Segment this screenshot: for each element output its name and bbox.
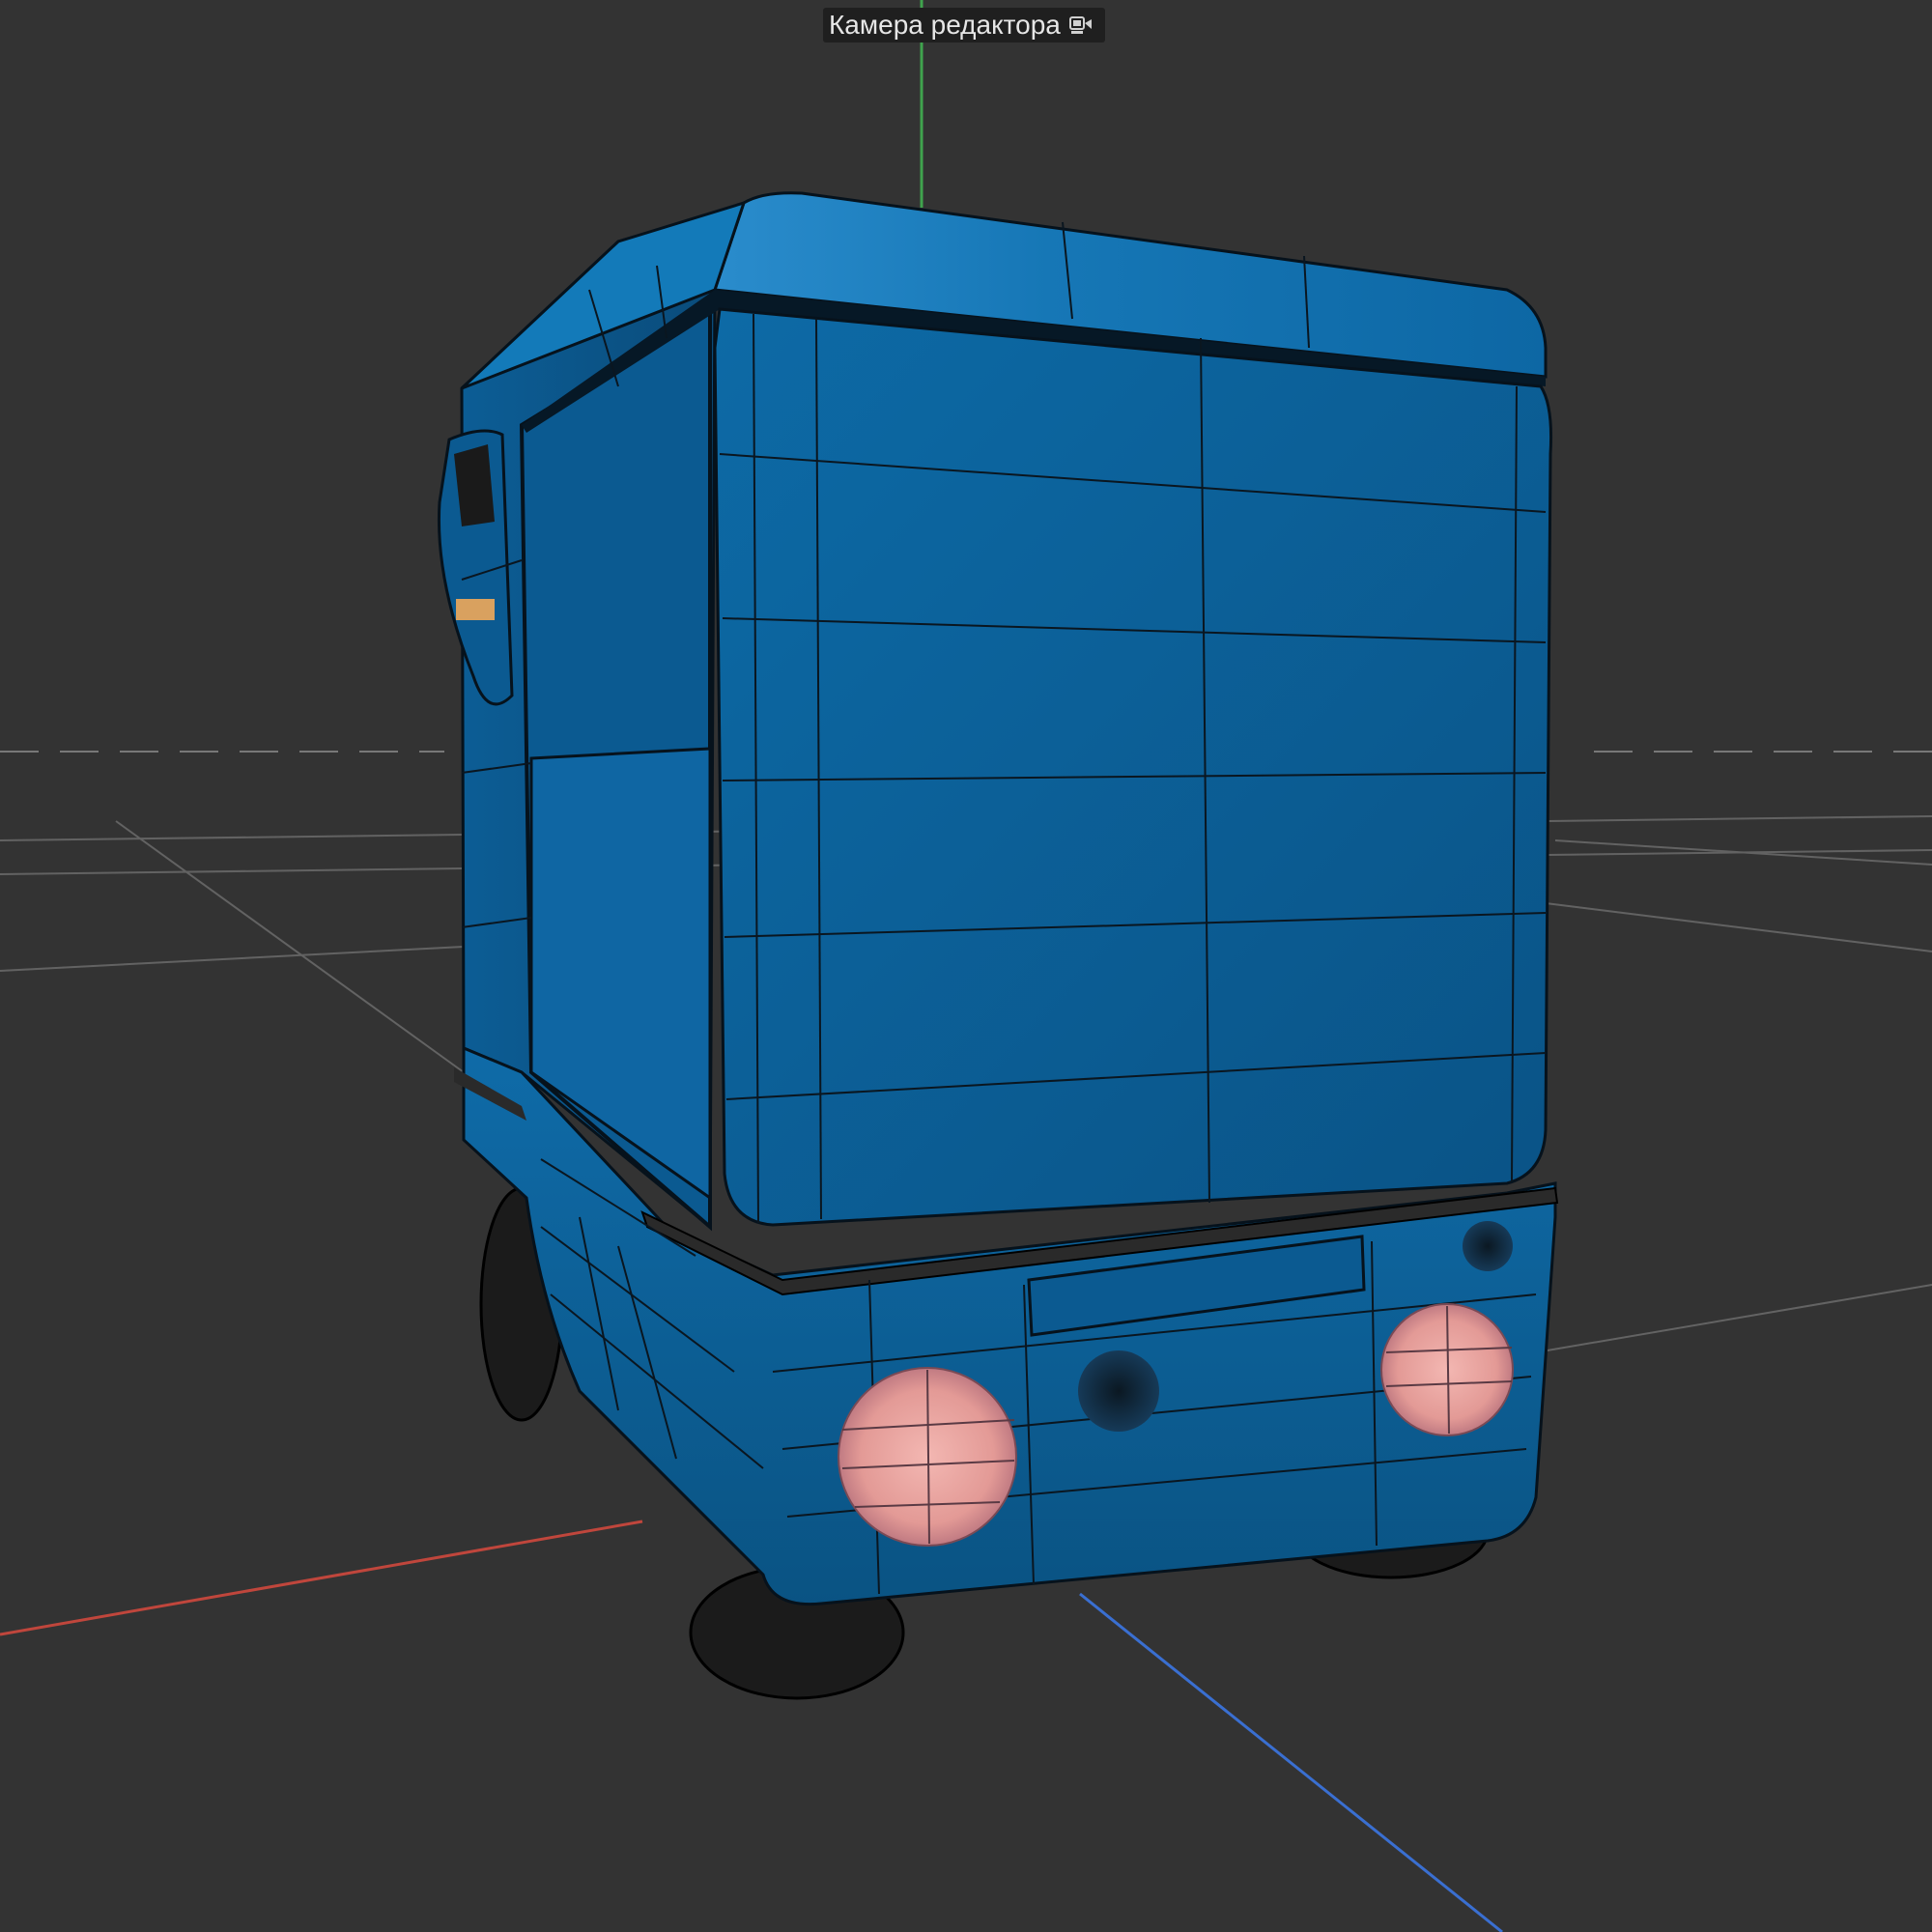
rear-sensor: [1078, 1350, 1159, 1432]
x-axis-line: [0, 1520, 643, 1636]
scene-canvas[interactable]: [0, 0, 1932, 1932]
camera-icon: [1068, 14, 1097, 37]
z-axis-line: [1079, 1592, 1503, 1932]
rear-sensor-small: [1463, 1221, 1513, 1271]
cargo-back-face: [713, 307, 1553, 1227]
editor-camera-menu[interactable]: Камера редактора: [823, 8, 1105, 43]
robot-model[interactable]: [437, 191, 1559, 1700]
3d-viewport[interactable]: Камера редактора: [0, 0, 1932, 1932]
camera-label-text: Камера редактора: [829, 10, 1061, 40]
